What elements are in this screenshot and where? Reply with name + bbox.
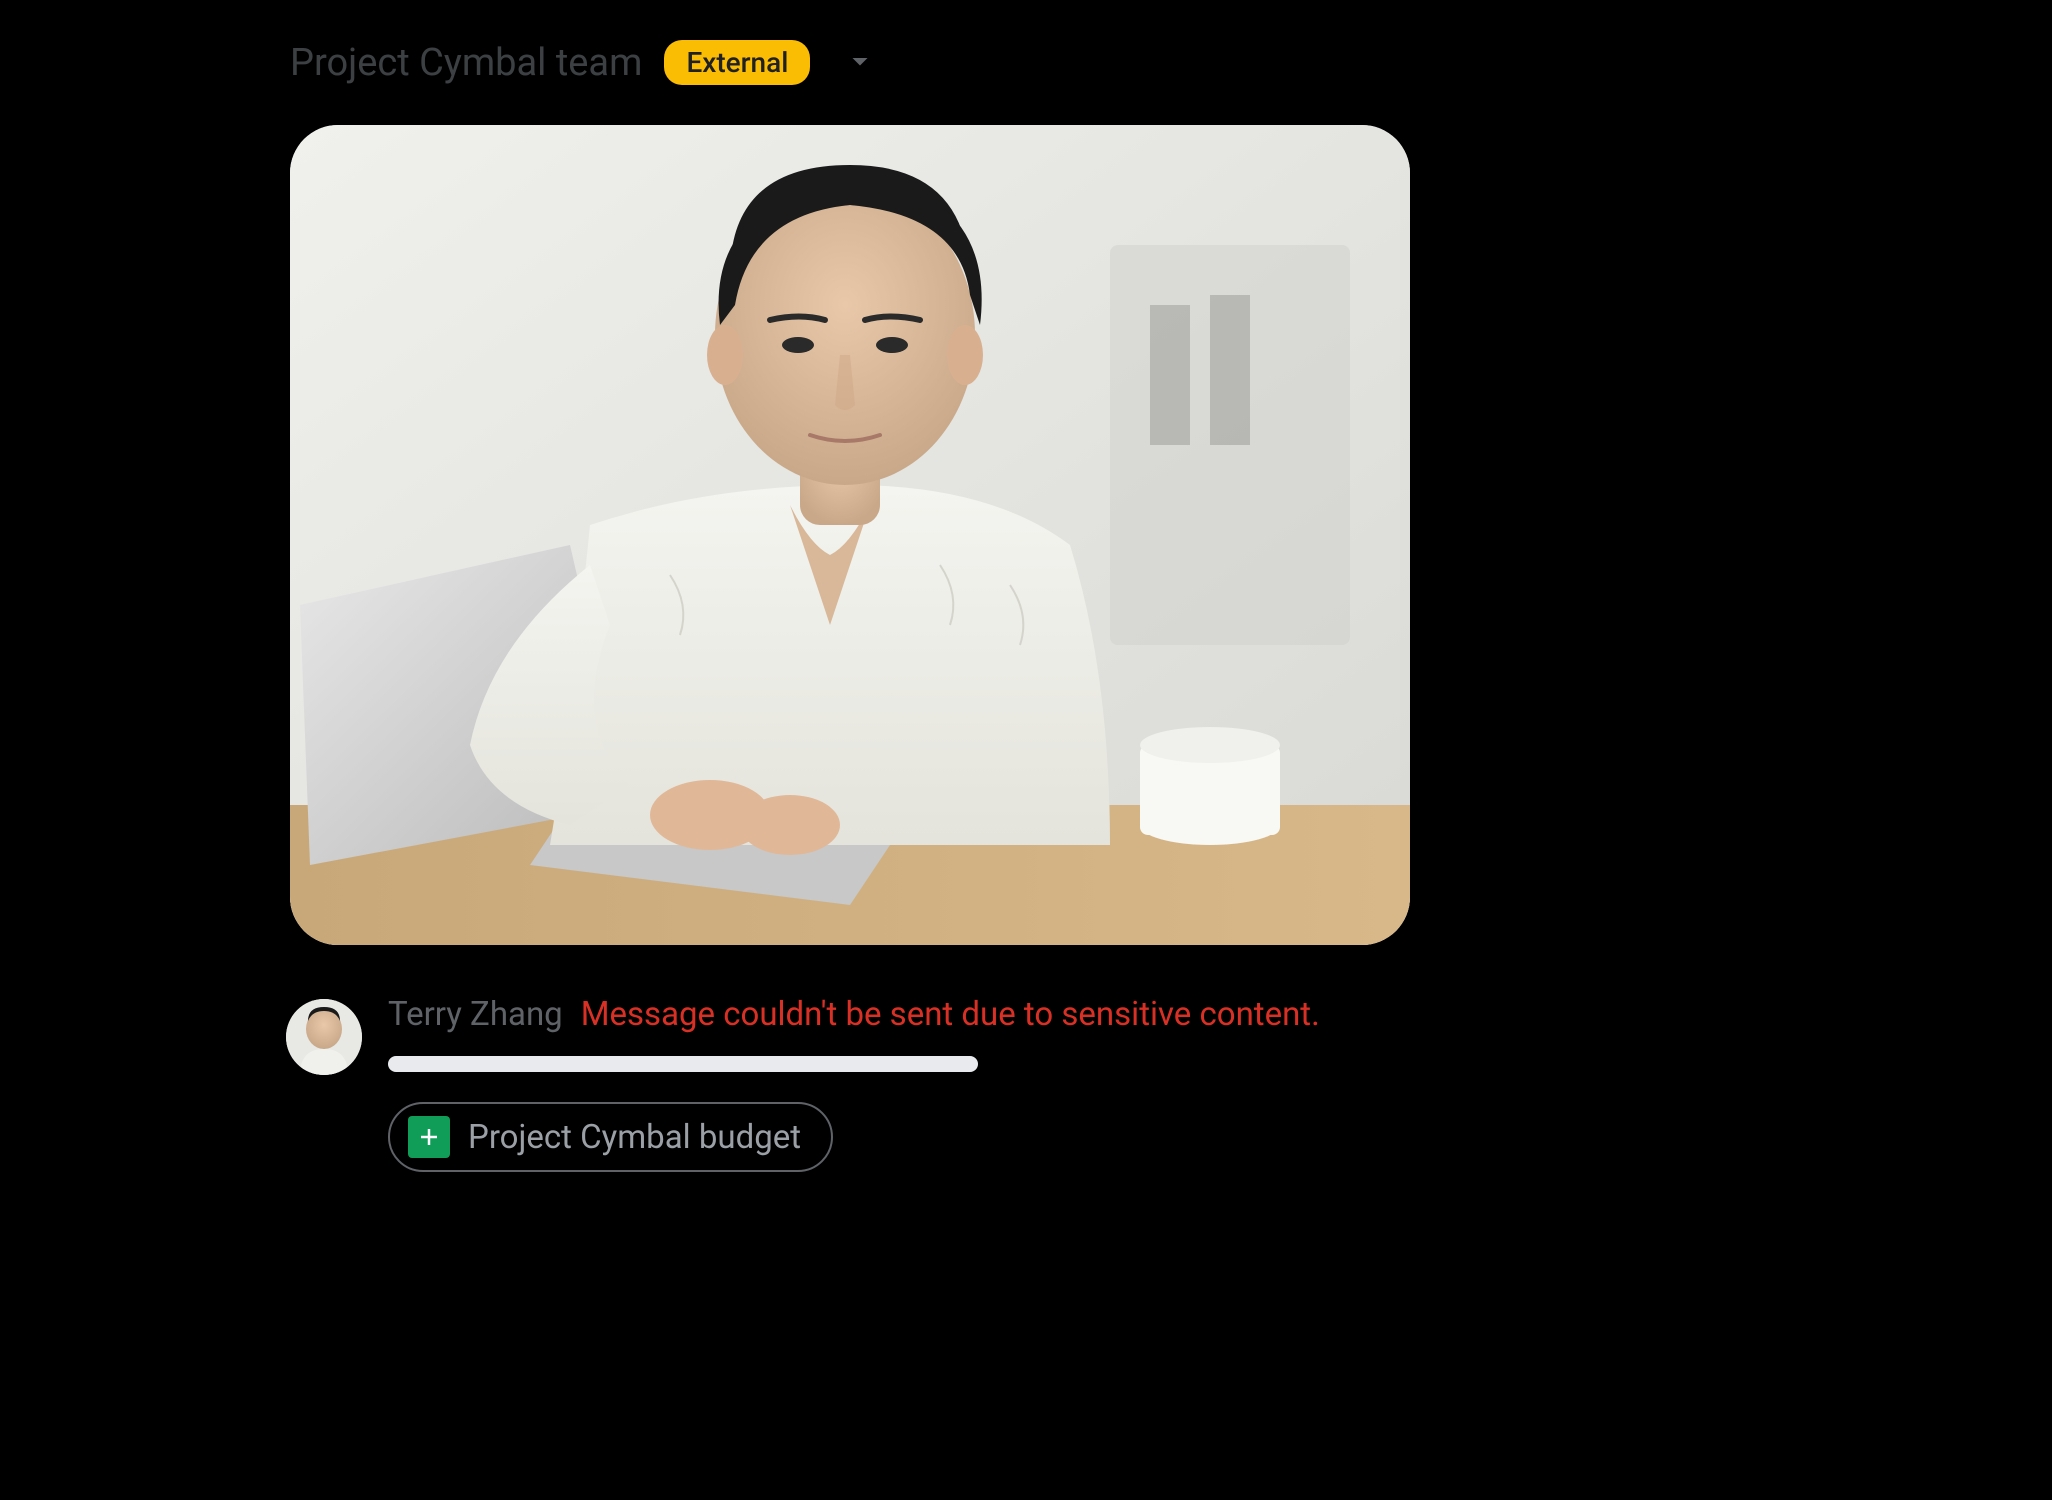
chevron-down-icon[interactable] <box>842 43 878 83</box>
file-name: Project Cymbal budget <box>468 1118 801 1157</box>
space-header: Project Cymbal team External <box>290 40 1470 85</box>
dlp-error-text: Message couldn't be sent due to sensitiv… <box>581 995 1320 1034</box>
external-badge: External <box>664 40 810 85</box>
google-sheets-icon <box>408 1116 450 1158</box>
sender-avatar[interactable] <box>286 999 362 1075</box>
message-header: Terry Zhang Message couldn't be sent due… <box>388 995 1470 1034</box>
message-block: Terry Zhang Message couldn't be sent due… <box>286 993 1470 1172</box>
hero-image <box>290 125 1410 945</box>
file-attachment-chip[interactable]: Project Cymbal budget <box>388 1102 833 1172</box>
sender-name: Terry Zhang <box>388 995 563 1034</box>
message-body-redacted <box>388 1056 978 1072</box>
space-title[interactable]: Project Cymbal team <box>290 41 642 85</box>
